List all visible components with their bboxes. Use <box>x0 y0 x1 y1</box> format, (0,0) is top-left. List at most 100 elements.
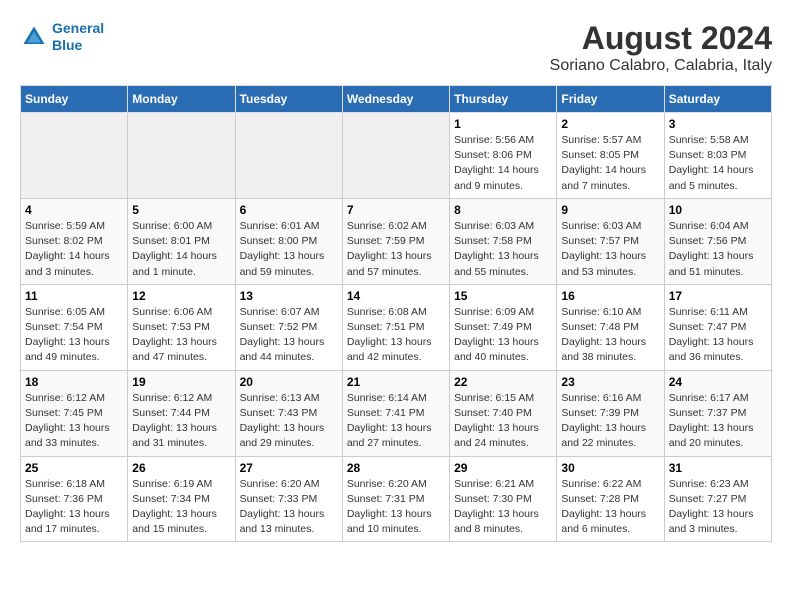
calendar-week-row: 25Sunrise: 6:18 AM Sunset: 7:36 PM Dayli… <box>21 456 772 542</box>
calendar-cell: 28 Sunrise: 6:20 AM Sunset: 7:31 PM Dayli… <box>342 456 449 542</box>
day-detail: Sunrise: 6:09 AM Sunset: 7:49 PM Dayligh… <box>454 305 552 366</box>
day-number: 15 <box>454 289 552 303</box>
calendar-cell <box>235 113 342 199</box>
day-number: 5 <box>132 203 230 217</box>
day-detail: Sunrise: 6:16 AM Sunset: 7:39 PM Dayligh… <box>561 391 659 452</box>
day-header-monday: Monday <box>128 86 235 113</box>
day-number: 11 <box>25 289 123 303</box>
day-detail: Sunrise: 6:03 AM Sunset: 7:58 PM Dayligh… <box>454 219 552 280</box>
calendar-cell: 11Sunrise: 6:05 AM Sunset: 7:54 PM Dayli… <box>21 284 128 370</box>
logo: General Blue <box>20 20 104 54</box>
day-detail: Sunrise: 6:14 AM Sunset: 7:41 PM Dayligh… <box>347 391 445 452</box>
page-subtitle: Soriano Calabro, Calabria, Italy <box>550 57 772 75</box>
day-number: 14 <box>347 289 445 303</box>
day-number: 24 <box>669 375 767 389</box>
calendar-cell: 9Sunrise: 6:03 AM Sunset: 7:57 PM Daylig… <box>557 198 664 284</box>
title-block: August 2024 Soriano Calabro, Calabria, I… <box>550 20 772 75</box>
calendar-cell: 30 Sunrise: 6:22 AM Sunset: 7:28 PM Dayli… <box>557 456 664 542</box>
calendar-cell: 22Sunrise: 6:15 AM Sunset: 7:40 PM Dayli… <box>450 370 557 456</box>
calendar-cell: 15 Sunrise: 6:09 AM Sunset: 7:49 PM Dayli… <box>450 284 557 370</box>
page-title: August 2024 <box>550 20 772 57</box>
calendar-cell: 12Sunrise: 6:06 AM Sunset: 7:53 PM Dayli… <box>128 284 235 370</box>
day-header-thursday: Thursday <box>450 86 557 113</box>
day-detail: Sunrise: 6:01 AM Sunset: 8:00 PM Dayligh… <box>240 219 338 280</box>
day-detail: Sunrise: 6:06 AM Sunset: 7:53 PM Dayligh… <box>132 305 230 366</box>
day-detail: Sunrise: 5:59 AM Sunset: 8:02 PM Dayligh… <box>25 219 123 280</box>
calendar-cell: 25Sunrise: 6:18 AM Sunset: 7:36 PM Dayli… <box>21 456 128 542</box>
calendar-cell: 17Sunrise: 6:11 AM Sunset: 7:47 PM Dayli… <box>664 284 771 370</box>
day-number: 13 <box>240 289 338 303</box>
calendar-cell: 6 Sunrise: 6:01 AM Sunset: 8:00 PM Daylig… <box>235 198 342 284</box>
day-header-friday: Friday <box>557 86 664 113</box>
day-header-sunday: Sunday <box>21 86 128 113</box>
calendar-cell: 24 Sunrise: 6:17 AM Sunset: 7:37 PM Dayli… <box>664 370 771 456</box>
day-number: 1 <box>454 117 552 131</box>
calendar-cell <box>21 113 128 199</box>
day-detail: Sunrise: 5:57 AM Sunset: 8:05 PM Dayligh… <box>561 133 659 194</box>
day-number: 23 <box>561 375 659 389</box>
day-detail: Sunrise: 6:15 AM Sunset: 7:40 PM Dayligh… <box>454 391 552 452</box>
day-detail: Sunrise: 6:19 AM Sunset: 7:34 PM Dayligh… <box>132 477 230 538</box>
calendar-cell: 18Sunrise: 6:12 AM Sunset: 7:45 PM Dayli… <box>21 370 128 456</box>
calendar-cell: 1 Sunrise: 5:56 AM Sunset: 8:06 PM Daylig… <box>450 113 557 199</box>
calendar-cell: 31 Sunrise: 6:23 AM Sunset: 7:27 PM Dayli… <box>664 456 771 542</box>
calendar-week-row: 4 Sunrise: 5:59 AM Sunset: 8:02 PM Daylig… <box>21 198 772 284</box>
calendar-cell: 14Sunrise: 6:08 AM Sunset: 7:51 PM Dayli… <box>342 284 449 370</box>
day-detail: Sunrise: 6:21 AM Sunset: 7:30 PM Dayligh… <box>454 477 552 538</box>
calendar-cell: 7 Sunrise: 6:02 AM Sunset: 7:59 PM Daylig… <box>342 198 449 284</box>
day-number: 4 <box>25 203 123 217</box>
day-number: 18 <box>25 375 123 389</box>
day-detail: Sunrise: 5:56 AM Sunset: 8:06 PM Dayligh… <box>454 133 552 194</box>
calendar-cell: 27Sunrise: 6:20 AM Sunset: 7:33 PM Dayli… <box>235 456 342 542</box>
day-detail: Sunrise: 6:23 AM Sunset: 7:27 PM Dayligh… <box>669 477 767 538</box>
day-number: 30 <box>561 461 659 475</box>
day-number: 19 <box>132 375 230 389</box>
day-detail: Sunrise: 6:07 AM Sunset: 7:52 PM Dayligh… <box>240 305 338 366</box>
day-number: 26 <box>132 461 230 475</box>
day-number: 20 <box>240 375 338 389</box>
calendar-cell: 16 Sunrise: 6:10 AM Sunset: 7:48 PM Dayli… <box>557 284 664 370</box>
calendar-cell: 4 Sunrise: 5:59 AM Sunset: 8:02 PM Daylig… <box>21 198 128 284</box>
day-number: 28 <box>347 461 445 475</box>
day-detail: Sunrise: 6:17 AM Sunset: 7:37 PM Dayligh… <box>669 391 767 452</box>
day-detail: Sunrise: 5:58 AM Sunset: 8:03 PM Dayligh… <box>669 133 767 194</box>
calendar-week-row: 1 Sunrise: 5:56 AM Sunset: 8:06 PM Daylig… <box>21 113 772 199</box>
day-number: 10 <box>669 203 767 217</box>
calendar-week-row: 18Sunrise: 6:12 AM Sunset: 7:45 PM Dayli… <box>21 370 772 456</box>
day-detail: Sunrise: 6:13 AM Sunset: 7:43 PM Dayligh… <box>240 391 338 452</box>
calendar-cell: 10 Sunrise: 6:04 AM Sunset: 7:56 PM Dayli… <box>664 198 771 284</box>
day-detail: Sunrise: 6:04 AM Sunset: 7:56 PM Dayligh… <box>669 219 767 280</box>
day-detail: Sunrise: 6:10 AM Sunset: 7:48 PM Dayligh… <box>561 305 659 366</box>
day-number: 21 <box>347 375 445 389</box>
day-number: 27 <box>240 461 338 475</box>
day-header-saturday: Saturday <box>664 86 771 113</box>
calendar-cell: 26 Sunrise: 6:19 AM Sunset: 7:34 PM Dayli… <box>128 456 235 542</box>
day-number: 17 <box>669 289 767 303</box>
day-detail: Sunrise: 6:03 AM Sunset: 7:57 PM Dayligh… <box>561 219 659 280</box>
day-detail: Sunrise: 6:20 AM Sunset: 7:31 PM Dayligh… <box>347 477 445 538</box>
calendar-table: SundayMondayTuesdayWednesdayThursdayFrid… <box>20 85 772 542</box>
calendar-cell: 29 Sunrise: 6:21 AM Sunset: 7:30 PM Dayli… <box>450 456 557 542</box>
day-number: 31 <box>669 461 767 475</box>
calendar-cell: 3Sunrise: 5:58 AM Sunset: 8:03 PM Daylig… <box>664 113 771 199</box>
calendar-week-row: 11Sunrise: 6:05 AM Sunset: 7:54 PM Dayli… <box>21 284 772 370</box>
day-detail: Sunrise: 6:22 AM Sunset: 7:28 PM Dayligh… <box>561 477 659 538</box>
day-number: 7 <box>347 203 445 217</box>
day-number: 2 <box>561 117 659 131</box>
day-number: 29 <box>454 461 552 475</box>
calendar-header-row: SundayMondayTuesdayWednesdayThursdayFrid… <box>21 86 772 113</box>
day-number: 16 <box>561 289 659 303</box>
calendar-cell: 19 Sunrise: 6:12 AM Sunset: 7:44 PM Dayli… <box>128 370 235 456</box>
calendar-cell: 2 Sunrise: 5:57 AM Sunset: 8:05 PM Daylig… <box>557 113 664 199</box>
day-detail: Sunrise: 6:12 AM Sunset: 7:44 PM Dayligh… <box>132 391 230 452</box>
day-number: 8 <box>454 203 552 217</box>
day-header-tuesday: Tuesday <box>235 86 342 113</box>
day-number: 6 <box>240 203 338 217</box>
logo-text: General Blue <box>52 20 104 54</box>
calendar-cell: 8 Sunrise: 6:03 AM Sunset: 7:58 PM Daylig… <box>450 198 557 284</box>
calendar-cell <box>128 113 235 199</box>
page-header: General Blue August 2024 Soriano Calabro… <box>20 20 772 75</box>
day-detail: Sunrise: 6:02 AM Sunset: 7:59 PM Dayligh… <box>347 219 445 280</box>
day-detail: Sunrise: 6:00 AM Sunset: 8:01 PM Dayligh… <box>132 219 230 280</box>
calendar-cell: 23 Sunrise: 6:16 AM Sunset: 7:39 PM Dayli… <box>557 370 664 456</box>
